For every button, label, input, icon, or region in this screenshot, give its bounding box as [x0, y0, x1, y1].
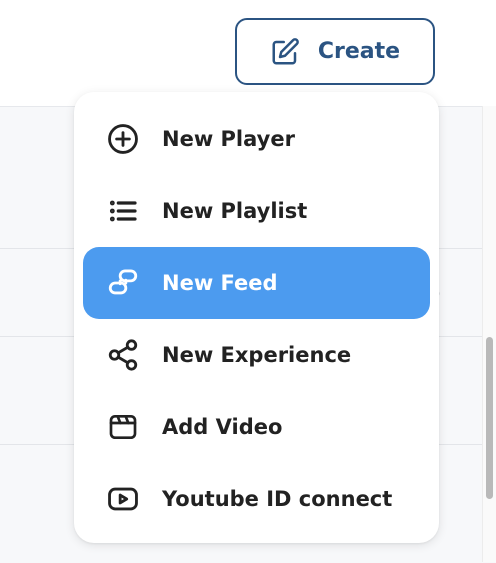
plus-circle-icon [105, 121, 141, 157]
create-dropdown-menu: New Player New Playlist New Feed New Exp… [74, 92, 439, 543]
menu-item-label: New Playlist [162, 199, 308, 223]
scrollbar-thumb[interactable] [486, 337, 493, 499]
menu-item-new-experience[interactable]: New Experience [83, 319, 430, 391]
share-nodes-icon [105, 337, 141, 373]
menu-item-label: Youtube ID connect [162, 487, 393, 511]
menu-item-new-feed[interactable]: New Feed [83, 247, 430, 319]
create-button[interactable]: Create [235, 18, 435, 85]
create-button-label: Create [317, 39, 401, 64]
menu-item-label: New Feed [162, 271, 278, 295]
menu-item-new-player[interactable]: New Player [83, 103, 430, 175]
youtube-icon [105, 481, 141, 517]
feed-link-icon [105, 265, 141, 301]
edit-icon [270, 37, 300, 67]
menu-item-youtube-id-connect[interactable]: Youtube ID connect [83, 463, 430, 535]
menu-item-label: New Player [162, 127, 295, 151]
menu-item-new-playlist[interactable]: New Playlist [83, 175, 430, 247]
clapperboard-icon [105, 409, 141, 445]
menu-item-label: New Experience [162, 343, 352, 367]
menu-item-add-video[interactable]: Add Video [83, 391, 430, 463]
menu-item-label: Add Video [162, 415, 283, 439]
list-icon [105, 193, 141, 229]
